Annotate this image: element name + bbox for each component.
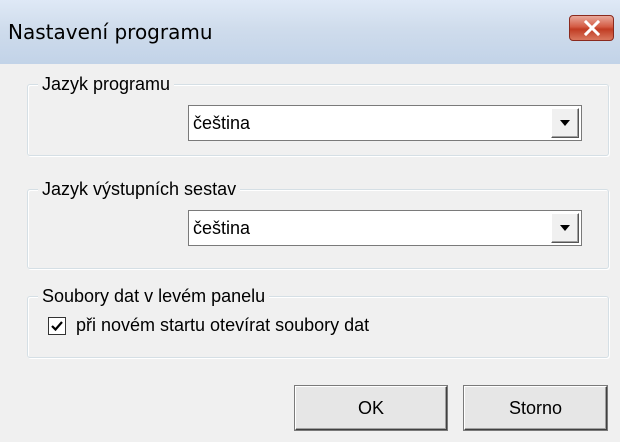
- close-icon: [583, 20, 601, 36]
- window-title: Nastavení programu: [8, 20, 213, 44]
- checkmark-icon: [51, 321, 63, 332]
- title-bar[interactable]: Nastavení programu: [0, 0, 620, 64]
- report-language-value: čeština: [193, 218, 251, 238]
- report-language-dropdown-button[interactable]: [551, 213, 579, 243]
- program-language-dropdown-button[interactable]: [551, 108, 579, 138]
- report-language-label: Jazyk výstupních sestav: [38, 178, 241, 200]
- open-data-files-label[interactable]: při novém startu otevírat soubory dat: [76, 314, 369, 336]
- settings-dialog: Nastavení programu Jazyk programu češtin…: [0, 0, 620, 442]
- chevron-down-icon: [560, 225, 570, 231]
- ok-button[interactable]: OK: [295, 386, 447, 430]
- chevron-down-icon: [560, 120, 570, 126]
- open-data-files-checkbox[interactable]: [48, 317, 66, 335]
- program-language-label: Jazyk programu: [38, 73, 175, 95]
- data-files-label: Soubory dat v levém panelu: [38, 285, 270, 307]
- close-button[interactable]: [569, 15, 614, 41]
- program-language-value: čeština: [193, 113, 251, 133]
- program-language-select[interactable]: čeština: [188, 105, 582, 141]
- report-language-select[interactable]: čeština: [188, 210, 582, 246]
- cancel-button[interactable]: Storno: [464, 386, 607, 430]
